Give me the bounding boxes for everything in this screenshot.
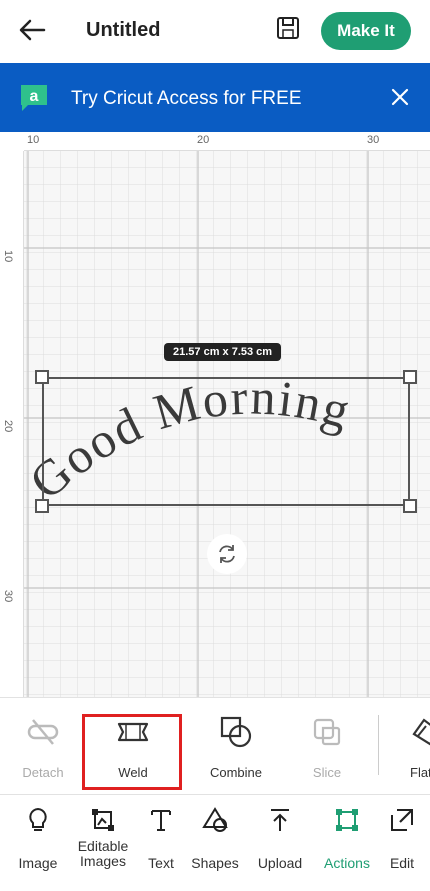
text-icon xyxy=(151,810,171,831)
back-arrow-icon[interactable] xyxy=(14,14,50,46)
upload-icon xyxy=(271,809,289,831)
flatten-button[interactable]: Flat xyxy=(392,714,430,784)
actions-toolbar: Detach Weld Combine Slice Flat xyxy=(0,697,430,794)
banner-text: Try Cricut Access for FREE xyxy=(71,88,302,109)
make-it-button[interactable]: Make It xyxy=(321,12,411,50)
ruler-top-label: 30 xyxy=(367,134,380,146)
action-label: Flat xyxy=(410,765,430,780)
nav-editable-images[interactable]: Editable Images xyxy=(72,807,134,869)
dimension-badge: 21.57 cm x 7.53 cm xyxy=(164,343,282,361)
ruler-left-label: 30 xyxy=(2,590,14,603)
ruler-top-label: 20 xyxy=(197,134,210,146)
resize-handle-top-right[interactable] xyxy=(403,370,417,384)
edit-icon xyxy=(391,809,413,831)
nav-label: Editable Images xyxy=(77,838,129,869)
toolbar-divider xyxy=(378,715,379,775)
ruler-top: 10 20 30 xyxy=(0,132,430,151)
nav-label: Text xyxy=(148,855,174,871)
cricut-access-banner[interactable]: a Try Cricut Access for FREE xyxy=(0,63,430,132)
shapes-icon xyxy=(202,807,228,832)
nav-label: Edit xyxy=(389,855,415,871)
lightbulb-icon xyxy=(29,807,47,831)
ruler-left-label: 10 xyxy=(2,250,14,263)
nav-edit[interactable]: Edit xyxy=(384,807,420,871)
rotate-button[interactable] xyxy=(207,534,247,574)
nav-shapes[interactable]: Shapes xyxy=(187,807,243,871)
resize-handle-bottom-right[interactable] xyxy=(403,499,417,513)
nav-actions[interactable]: Actions xyxy=(318,807,376,871)
ruler-top-label: 10 xyxy=(27,134,40,146)
nav-text[interactable]: Text xyxy=(142,807,180,871)
nav-label: Shapes xyxy=(191,855,239,871)
ruler-corner xyxy=(0,132,24,151)
detach-icon xyxy=(27,719,59,745)
combine-icon xyxy=(220,716,252,748)
bottom-navigation: Image Editable Images Text Shapes Upload xyxy=(0,794,430,891)
slice-icon xyxy=(313,718,341,746)
save-icon[interactable] xyxy=(274,14,302,42)
flatten-icon xyxy=(412,718,430,746)
nav-image[interactable]: Image xyxy=(14,807,62,871)
ruler-left-label: 20 xyxy=(2,420,14,433)
weld-highlight-box xyxy=(82,714,182,790)
ruler-left: 10 20 30 xyxy=(0,132,24,697)
nav-label: Upload xyxy=(257,855,303,871)
action-label: Slice xyxy=(312,765,342,780)
combine-button[interactable]: Combine xyxy=(196,714,276,784)
page-title: Untitled xyxy=(86,19,161,41)
banner-logo-letter: a xyxy=(30,88,39,105)
resize-handle-bottom-left[interactable] xyxy=(35,499,49,513)
actions-icon xyxy=(336,809,358,831)
editable-image-icon xyxy=(92,809,114,831)
action-label: Detach xyxy=(22,765,64,780)
selection-box[interactable] xyxy=(42,377,410,506)
rotate-icon xyxy=(219,545,235,563)
nav-label: Image xyxy=(18,855,58,871)
nav-upload[interactable]: Upload xyxy=(252,807,308,871)
nav-label: Actions xyxy=(324,855,370,871)
action-label: Combine xyxy=(209,765,263,780)
app-header: Untitled Make It xyxy=(0,0,430,63)
resize-handle-top-left[interactable] xyxy=(35,370,49,384)
cricut-access-logo-icon: a xyxy=(21,85,47,111)
design-canvas[interactable]: 10 20 30 10 20 30 21.57 cm x 7.53 cm Goo… xyxy=(0,132,430,697)
detach-button[interactable]: Detach xyxy=(3,714,83,784)
close-icon[interactable] xyxy=(388,85,412,109)
slice-button[interactable]: Slice xyxy=(287,714,367,784)
